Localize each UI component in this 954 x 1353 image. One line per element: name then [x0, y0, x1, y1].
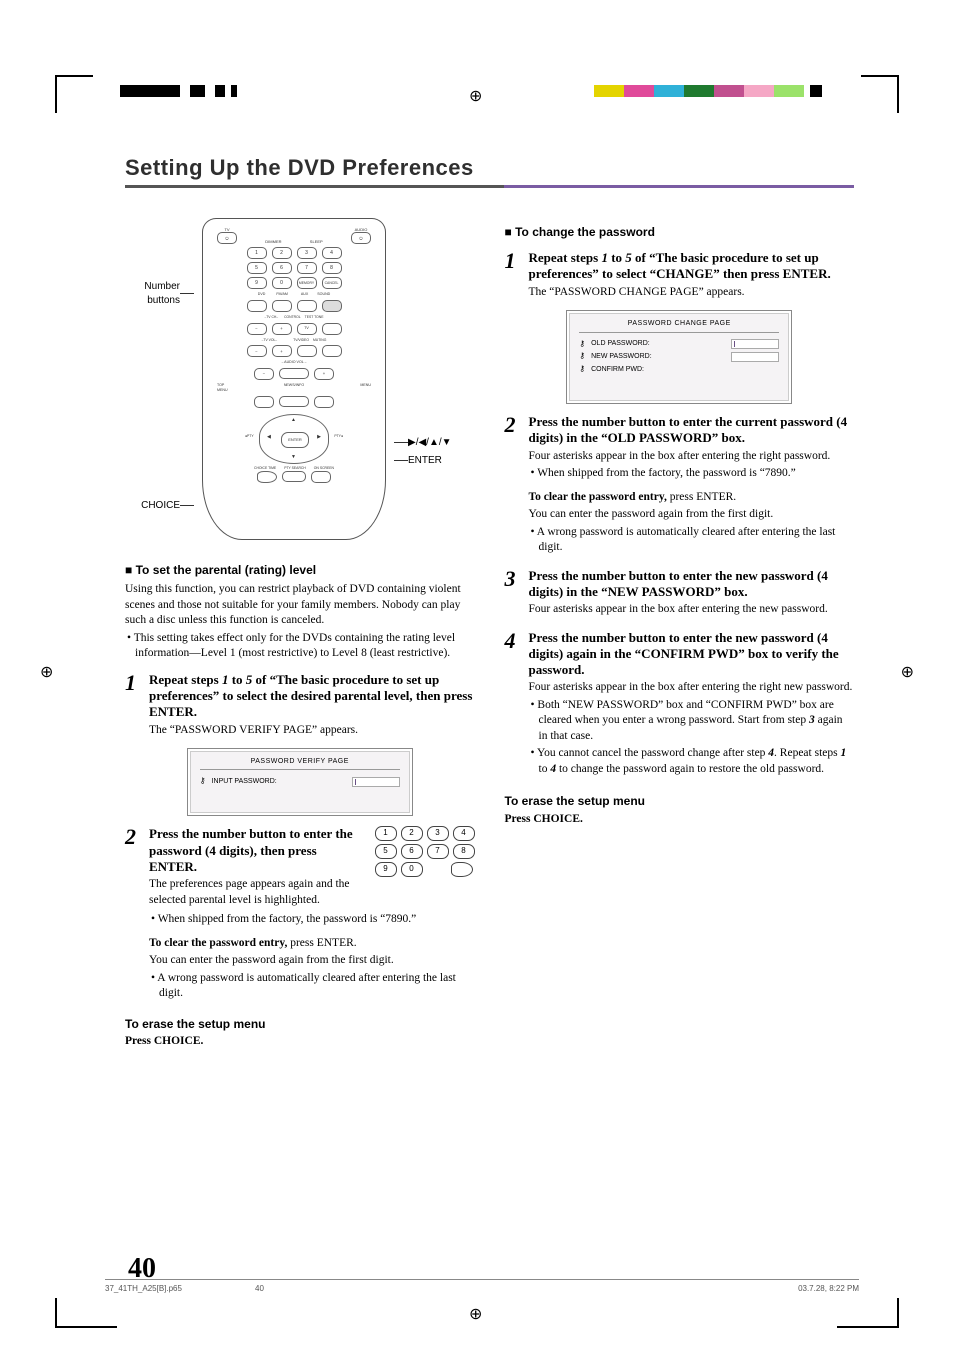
osd-password-verify: PASSWORD VERIFY PAGE INPUT PASSWORD: — [187, 748, 413, 816]
osd-password-change: PASSWORD CHANGE PAGE OLD PASSWORD: NEW P… — [566, 310, 792, 404]
key-icon — [579, 351, 585, 362]
step-number: 2 — [505, 414, 521, 558]
print-color-bar — [594, 85, 834, 97]
osd-title: PASSWORD CHANGE PAGE — [579, 319, 779, 332]
right-step4-bullet2: You cannot cancel the password change af… — [529, 746, 855, 777]
right-step4-bullet1: Both “NEW PASSWORD” box and “CONFIRM PWD… — [529, 698, 855, 745]
page-title: Setting Up the DVD Preferences — [125, 155, 854, 181]
osd-title: PASSWORD VERIFY PAGE — [200, 757, 400, 770]
callout-choice: CHOICE — [125, 499, 180, 513]
left-step1-lead: Repeat steps 1 to 5 of “The basic proced… — [149, 672, 475, 721]
right-clear-bullet: A wrong password is automatically cleare… — [529, 525, 855, 556]
footer-page: 40 — [255, 1284, 335, 1293]
crop-mark-icon — [55, 1298, 117, 1328]
number-keypad-icon: 1234 5678 90 — [375, 826, 475, 880]
right-step2-bullet: When shipped from the factory, the passw… — [529, 466, 855, 482]
key-icon — [200, 776, 206, 787]
section-change-heading: To change the password — [505, 224, 855, 240]
registration-mark-icon: ⊕ — [469, 89, 482, 105]
title-underline — [125, 185, 854, 188]
osd-input-box — [352, 777, 400, 787]
callout-navpad: ▶/◀/▲/▼ — [408, 436, 463, 450]
right-clear-entry: To clear the password entry, press ENTER… — [529, 490, 855, 506]
right-step1-lead: Repeat steps 1 to 5 of “The basic proced… — [529, 250, 855, 283]
right-step2-lead: Press the number button to enter the cur… — [529, 414, 855, 447]
left-erase-heading: To erase the setup menu — [125, 1016, 475, 1032]
right-step4-lead: Press the number button to enter the new… — [529, 630, 855, 679]
left-step2-bullet: When shipped from the factory, the passw… — [149, 912, 475, 928]
parental-intro-bullet: This setting takes effect only for the D… — [125, 631, 475, 662]
left-clear-sub: You can enter the password again from th… — [149, 953, 475, 969]
crop-mark-icon — [861, 75, 899, 113]
left-erase-body: Press CHOICE. — [125, 1034, 475, 1050]
callout-number-buttons: Number buttons — [125, 280, 180, 307]
step-number: 1 — [505, 250, 521, 302]
left-clear-bullet: A wrong password is automatically cleare… — [149, 971, 475, 1002]
registration-mark-icon: ⊕ — [40, 665, 53, 681]
footer-filename: 37_41TH_A25[B].p65 — [105, 1284, 255, 1293]
osd-input-box — [731, 339, 779, 349]
parental-intro: Using this function, you can restrict pl… — [125, 582, 475, 629]
right-step4-note: Four asterisks appear in the box after e… — [529, 680, 855, 696]
right-step1-note: The “PASSWORD CHANGE PAGE” appears. — [529, 285, 855, 301]
osd-field-label: INPUT PASSWORD: — [212, 777, 277, 786]
step-number: 1 — [125, 672, 141, 740]
osd-field-label: CONFIRM PWD: — [591, 365, 644, 374]
section-parental-heading: To set the parental (rating) level — [125, 562, 475, 578]
step-number: 3 — [505, 568, 521, 620]
key-icon — [579, 364, 585, 375]
callout-enter: ENTER — [408, 454, 463, 468]
left-step2-note: The preferences page appears again and t… — [149, 877, 361, 908]
remote-control-icon: TV⏻ DIMMER SLEEP AUDIO⏻ 1234 5678 90MEMO… — [202, 218, 386, 540]
footer-datetime: 03.7.28, 8:22 PM — [798, 1284, 859, 1293]
registration-mark-icon: ⊕ — [469, 1307, 482, 1323]
osd-field-label: OLD PASSWORD: — [591, 339, 650, 348]
remote-figure: Number buttons CHOICE TV⏻ DIMMER SLEEP — [125, 218, 475, 540]
right-clear-sub: You can enter the password again from th… — [529, 507, 855, 523]
right-erase-body: Press CHOICE. — [505, 812, 855, 828]
left-step1-note: The “PASSWORD VERIFY PAGE” appears. — [149, 723, 475, 739]
print-footer: 37_41TH_A25[B].p65 40 03.7.28, 8:22 PM — [105, 1279, 859, 1293]
right-step2-note: Four asterisks appear in the box after e… — [529, 449, 855, 465]
left-step2-lead: Press the number button to enter the pas… — [149, 826, 361, 875]
step-number: 4 — [505, 630, 521, 780]
left-clear-entry: To clear the password entry, press ENTER… — [149, 936, 475, 952]
right-step3-lead: Press the number button to enter the new… — [529, 568, 855, 601]
right-step3-note: Four asterisks appear in the box after e… — [529, 602, 855, 618]
right-erase-heading: To erase the setup menu — [505, 793, 855, 809]
osd-field-label: NEW PASSWORD: — [591, 352, 652, 361]
key-icon — [579, 339, 585, 350]
crop-mark-icon — [55, 75, 93, 113]
step-number: 2 — [125, 826, 141, 910]
print-color-bar — [120, 85, 260, 97]
osd-input-box — [731, 352, 779, 362]
registration-mark-icon: ⊕ — [901, 665, 914, 681]
crop-mark-icon — [837, 1298, 899, 1328]
